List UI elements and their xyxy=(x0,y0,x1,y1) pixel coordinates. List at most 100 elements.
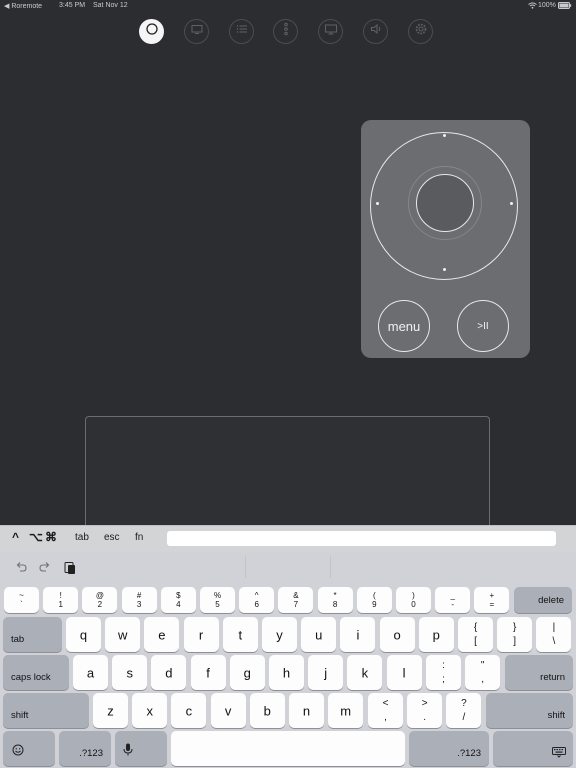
key-0[interactable]: ) 0 xyxy=(396,587,431,613)
key-sym3-0[interactable]: <, xyxy=(368,693,403,728)
return-key[interactable]: return xyxy=(505,655,573,690)
volume-tab-button[interactable] xyxy=(363,19,388,44)
key-h-label: h xyxy=(282,665,291,680)
key-v[interactable]: v xyxy=(210,693,246,728)
key-sym3-1[interactable]: >. xyxy=(407,693,443,728)
paste-icon[interactable] xyxy=(63,560,77,580)
key-6[interactable]: ^ 6 xyxy=(239,587,275,613)
key-sym-1[interactable]: ", xyxy=(465,655,501,690)
key-0-label: 0 xyxy=(411,600,416,609)
numbers-key-right[interactable]: .?123 xyxy=(409,731,489,766)
play-pause-button[interactable]: >II xyxy=(457,300,509,352)
key-=[interactable]: + = xyxy=(474,587,510,613)
key-k[interactable]: k xyxy=(347,655,383,690)
gear-icon xyxy=(414,22,428,41)
key-sym3-1-label: . xyxy=(423,712,427,723)
keyboard-accessory-bar: ^ ⌥ ⌘ tab esc fn xyxy=(0,525,576,553)
remote-tab-button[interactable] xyxy=(139,19,164,44)
key-9[interactable]: (9 xyxy=(356,587,392,613)
key-x[interactable]: x xyxy=(132,693,168,728)
key-7[interactable]: & 7 xyxy=(278,587,314,613)
key-8-label: * xyxy=(333,591,337,600)
key-2[interactable]: @2 xyxy=(82,587,118,613)
control-key[interactable]: ^ xyxy=(12,530,19,544)
key-\[interactable]: | \ xyxy=(536,617,572,652)
key-c-label: c xyxy=(185,703,193,718)
command-key[interactable]: ⌘ xyxy=(45,530,57,544)
screen-tab-button[interactable] xyxy=(184,19,209,44)
redo-icon[interactable] xyxy=(38,560,52,579)
left-shift-key[interactable]: shift xyxy=(3,693,89,728)
key-w[interactable]: w xyxy=(105,617,141,652)
key-8[interactable]: * 8 xyxy=(317,587,353,613)
key-2-label: 2 xyxy=(97,600,103,609)
key-2-label: @ xyxy=(95,591,104,600)
menu-button[interactable]: menu xyxy=(378,300,430,352)
delete-key-label: delete xyxy=(538,595,564,606)
key-j[interactable]: j xyxy=(308,655,344,690)
key-g[interactable]: g xyxy=(229,655,265,690)
key-s[interactable]: s xyxy=(112,655,148,690)
settings-tab-button[interactable] xyxy=(408,19,433,44)
key-e[interactable]: e xyxy=(144,617,180,652)
more-tab-button[interactable] xyxy=(273,19,298,44)
text-input-field[interactable] xyxy=(167,531,556,546)
menu-label: menu xyxy=(387,318,421,334)
tab-accessory-key[interactable]: tab xyxy=(75,532,89,543)
hide-keyboard-key[interactable] xyxy=(493,731,573,766)
key-a[interactable]: a xyxy=(73,655,108,690)
status-bar: ◀ Roremote 3:45 PM Sat Nov 12 100% xyxy=(0,0,576,12)
key-d-label: d xyxy=(165,665,173,680)
key-[[interactable]: {[ xyxy=(458,617,493,652)
key-u[interactable]: u xyxy=(301,617,337,652)
key-f[interactable]: f xyxy=(190,655,226,690)
key-6-label: 6 xyxy=(254,600,259,609)
key-l[interactable]: l xyxy=(386,655,422,690)
key-y[interactable]: y xyxy=(262,617,297,652)
key-m[interactable]: m xyxy=(328,693,364,728)
key-b[interactable]: b xyxy=(249,693,285,728)
list-tab-button[interactable] xyxy=(229,19,254,44)
return-key-label: return xyxy=(540,672,565,683)
key--[interactable]: _ - xyxy=(435,587,471,613)
tab-key[interactable]: tab xyxy=(3,617,62,652)
key-p[interactable]: p xyxy=(418,617,454,652)
key-n[interactable]: n xyxy=(289,693,324,728)
key-r[interactable]: r xyxy=(183,617,219,652)
fn-key[interactable]: fn xyxy=(135,532,143,543)
key-5[interactable]: % 5 xyxy=(200,587,235,613)
key-][interactable]: }] xyxy=(497,617,533,652)
emoji-key[interactable] xyxy=(3,731,55,766)
left-indicator xyxy=(376,202,379,205)
key-q[interactable]: q xyxy=(66,617,101,652)
key-sym3-2[interactable]: ? / xyxy=(446,693,482,728)
key-h[interactable]: h xyxy=(269,655,304,690)
key---label: _ xyxy=(450,591,455,600)
select-button[interactable] xyxy=(416,174,474,232)
option-key[interactable]: ⌥ xyxy=(29,530,43,544)
key-d[interactable]: d xyxy=(151,655,187,690)
numbers-key-left[interactable]: .?123 xyxy=(59,731,111,766)
delete-key[interactable]: delete xyxy=(514,587,572,613)
trackpad-area[interactable] xyxy=(85,416,490,526)
key-4[interactable]: $4 xyxy=(160,587,196,613)
key-`[interactable]: ~ ` xyxy=(4,587,39,613)
key-3[interactable]: #3 xyxy=(121,587,157,613)
caps-lock-key[interactable]: caps lock xyxy=(3,655,69,690)
undo-icon[interactable] xyxy=(14,560,28,579)
space-bar[interactable] xyxy=(171,731,405,766)
key-1[interactable]: ! 1 xyxy=(43,587,79,613)
key-c[interactable]: c xyxy=(171,693,207,728)
key-o[interactable]: o xyxy=(379,617,415,652)
key-z-label: z xyxy=(107,703,114,718)
display-tab-button[interactable] xyxy=(318,19,343,44)
key-i[interactable]: i xyxy=(340,617,376,652)
key-z[interactable]: z xyxy=(93,693,128,728)
back-to-app[interactable]: ◀ Roremote xyxy=(4,2,42,10)
esc-key[interactable]: esc xyxy=(104,532,120,543)
right-shift-key[interactable]: shift xyxy=(486,693,573,728)
key-sym3-0-label: , xyxy=(384,712,387,723)
key-t[interactable]: t xyxy=(222,617,258,652)
dictation-key[interactable] xyxy=(115,731,167,766)
key-sym-0[interactable]: :; xyxy=(426,655,461,690)
